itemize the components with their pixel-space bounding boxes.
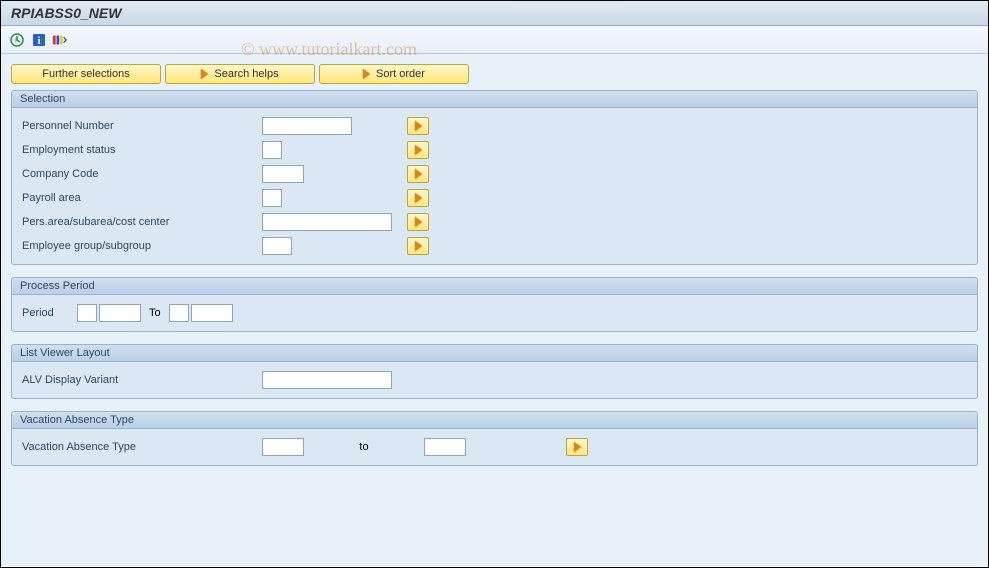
pers-area-input[interactable] — [262, 213, 392, 231]
payroll-area-input[interactable] — [262, 189, 282, 207]
period-to-month-input[interactable] — [169, 304, 189, 322]
vacation-absence-group: Vacation Absence Type Vacation Absence T… — [11, 411, 978, 466]
pers-area-multiselect-button[interactable] — [407, 213, 429, 231]
period-label: Period — [22, 307, 77, 319]
arrow-right-icon — [415, 217, 422, 227]
app-window: RPIABSS0_NEW i © www.tutorialkart.com Fu… — [0, 0, 989, 568]
layout-variant-icon[interactable] — [53, 32, 69, 48]
employment-status-input[interactable] — [262, 141, 282, 159]
period-from-year-input[interactable] — [99, 304, 141, 322]
search-helps-label: Search helps — [214, 68, 278, 80]
company-code-label: Company Code — [22, 168, 262, 180]
period-from-month-input[interactable] — [77, 304, 97, 322]
employee-group-input[interactable] — [262, 237, 292, 255]
employee-group-multiselect-button[interactable] — [407, 237, 429, 255]
selection-button-row: Further selections Search helps Sort ord… — [11, 64, 978, 84]
period-to-label: To — [149, 307, 161, 319]
svg-text:i: i — [37, 35, 40, 47]
payroll-area-label: Payroll area — [22, 192, 262, 204]
payroll-area-multiselect-button[interactable] — [407, 189, 429, 207]
company-code-input[interactable] — [262, 165, 304, 183]
employee-group-label: Employee group/subgroup — [22, 240, 262, 252]
content-area: Further selections Search helps Sort ord… — [1, 54, 988, 566]
further-selections-label: Further selections — [42, 68, 129, 80]
search-helps-button[interactable]: Search helps — [165, 64, 315, 84]
process-period-group: Process Period Period To — [11, 277, 978, 332]
personnel-number-input[interactable] — [262, 117, 352, 135]
sort-order-label: Sort order — [376, 68, 425, 80]
personnel-number-multiselect-button[interactable] — [407, 117, 429, 135]
vacation-to-label: to — [304, 441, 424, 453]
arrow-right-icon — [415, 241, 422, 251]
vacation-type-from-input[interactable] — [262, 438, 304, 456]
vacation-absence-header: Vacation Absence Type — [12, 412, 977, 429]
arrow-right-icon — [415, 121, 422, 131]
list-viewer-header: List Viewer Layout — [12, 345, 977, 362]
toolbar: i — [1, 26, 988, 54]
alv-variant-label: ALV Display Variant — [22, 374, 262, 386]
pers-area-label: Pers.area/subarea/cost center — [22, 216, 262, 228]
company-code-multiselect-button[interactable] — [407, 165, 429, 183]
window-title: RPIABSS0_NEW — [11, 5, 121, 21]
period-to-year-input[interactable] — [191, 304, 233, 322]
info-icon[interactable]: i — [31, 32, 47, 48]
list-viewer-group: List Viewer Layout ALV Display Variant — [11, 344, 978, 399]
vacation-type-label: Vacation Absence Type — [22, 441, 262, 453]
process-period-header: Process Period — [12, 278, 977, 295]
arrow-right-icon — [415, 145, 422, 155]
arrow-right-icon — [415, 169, 422, 179]
employment-status-label: Employment status — [22, 144, 262, 156]
title-bar: RPIABSS0_NEW — [1, 1, 988, 26]
selection-group-header: Selection — [12, 91, 977, 108]
vacation-type-to-input[interactable] — [424, 438, 466, 456]
further-selections-button[interactable]: Further selections — [11, 64, 161, 84]
selection-group: Selection Personnel Number Employment st… — [11, 90, 978, 265]
personnel-number-label: Personnel Number — [22, 120, 262, 132]
arrow-right-icon — [201, 69, 208, 79]
vacation-type-multiselect-button[interactable] — [566, 438, 588, 456]
arrow-right-icon — [574, 442, 581, 452]
execute-icon[interactable] — [9, 32, 25, 48]
arrow-right-icon — [415, 193, 422, 203]
arrow-right-icon — [363, 69, 370, 79]
sort-order-button[interactable]: Sort order — [319, 64, 469, 84]
employment-status-multiselect-button[interactable] — [407, 141, 429, 159]
alv-variant-input[interactable] — [262, 371, 392, 389]
